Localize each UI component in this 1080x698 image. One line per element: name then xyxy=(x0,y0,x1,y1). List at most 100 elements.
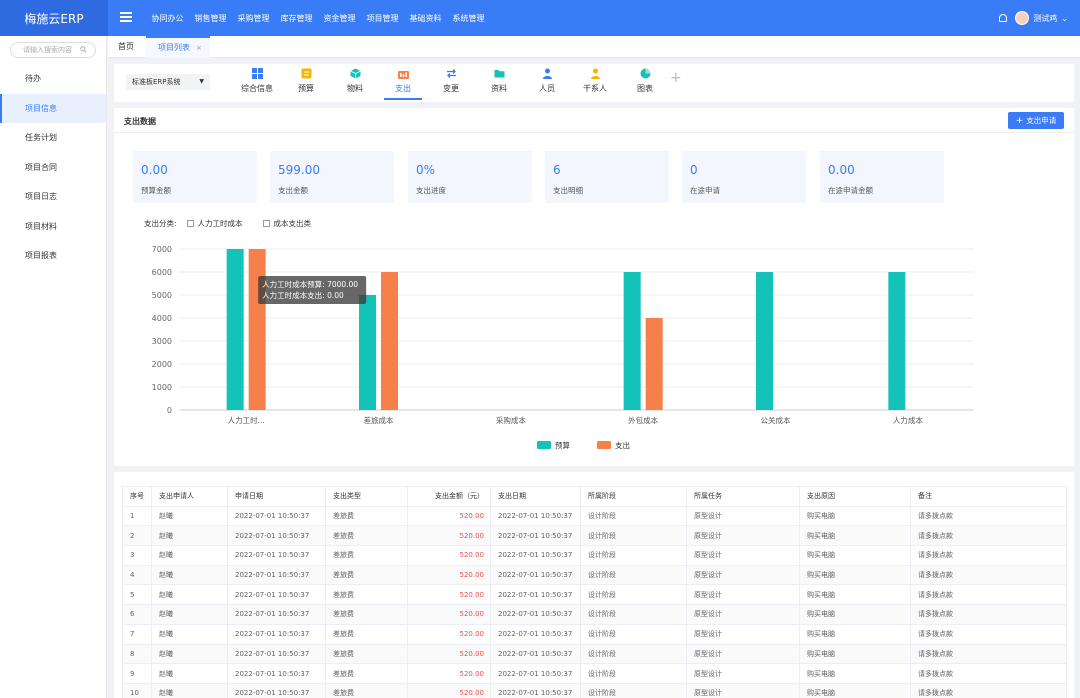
bar-budget[interactable] xyxy=(756,272,773,410)
sidebar-item-project-log[interactable]: 项目日志 xyxy=(0,182,106,212)
table-row[interactable]: 4 赵曦 2022-07-01 10:50:37 差旅费 520.00 2022-07-0… xyxy=(122,564,1067,586)
y-tick-label: 0 xyxy=(167,406,172,415)
sidebar-search-input[interactable]: 请输入搜索内容 xyxy=(10,42,96,58)
topnav-item-system[interactable]: 系统管理 xyxy=(453,13,485,24)
cell-expense-date: 2022-07-01 10:50:37 xyxy=(490,505,581,527)
table-row[interactable]: 6 赵曦 2022-07-01 10:50:37 差旅费 520.00 2022-07-0… xyxy=(122,604,1067,625)
bar-budget[interactable] xyxy=(888,272,906,410)
folder-icon xyxy=(494,68,505,79)
bar-expense[interactable] xyxy=(248,249,266,410)
module-tab-overview[interactable]: 综合信息 xyxy=(238,68,276,100)
app-logo[interactable]: 梅施云ERP xyxy=(0,0,108,36)
cell-amount: 520.00 xyxy=(407,623,491,645)
sidebar-item-project-report[interactable]: 项目报表 xyxy=(0,241,106,271)
checkbox-cost-expense[interactable]: 成本支出类 xyxy=(262,218,311,229)
col-header-type: 支出类型 xyxy=(325,486,408,507)
cell-applicant: 赵曦 xyxy=(151,663,228,684)
table-row[interactable]: 8 赵曦 2022-07-01 10:50:37 差旅费 520.00 2022-07-0… xyxy=(122,643,1067,665)
cell-amount: 520.00 xyxy=(407,663,491,684)
checkbox-box[interactable] xyxy=(262,220,270,227)
close-icon[interactable]: × xyxy=(196,44,202,52)
bar-expense[interactable] xyxy=(645,318,663,410)
avatar[interactable] xyxy=(1015,11,1030,25)
topnav-item-project[interactable]: 项目管理 xyxy=(367,13,399,24)
cell-applicant: 赵曦 xyxy=(151,525,228,547)
cell-stage: 设计阶段 xyxy=(580,663,687,684)
system-select[interactable]: 标准板ERP系统 ▼ xyxy=(126,74,210,90)
sidebar-item-project-info[interactable]: 项目信息 xyxy=(0,93,106,123)
stat-card-details: 6 支出明细 xyxy=(545,151,669,203)
checkbox-box[interactable] xyxy=(186,220,194,227)
cell-task: 原型设计 xyxy=(686,643,800,665)
category-filter: 支出分类: 人力工时成本 成本支出类 xyxy=(144,218,311,229)
table-row[interactable]: 5 赵曦 2022-07-01 10:50:37 差旅费 520.00 2022-07-0… xyxy=(122,584,1067,606)
cell-index: 8 xyxy=(122,643,152,665)
module-tab-chart[interactable]: 图表 xyxy=(626,68,664,100)
topnav-item-inventory[interactable]: 库存管理 xyxy=(281,13,313,24)
module-tab-staff[interactable]: 人员 xyxy=(528,68,566,100)
module-tab-material[interactable]: 物料 xyxy=(336,68,374,100)
module-tab-docs[interactable]: 资料 xyxy=(480,68,518,100)
cell-stage: 设计阶段 xyxy=(580,564,687,586)
sidebar-item-project-material[interactable]: 项目材料 xyxy=(0,212,106,242)
cell-reason: 购买电脑 xyxy=(799,505,911,527)
sidebar-item-todo[interactable]: 待办 xyxy=(0,64,106,94)
cell-remark: 请多拨点款 xyxy=(910,682,1067,698)
cell-task: 原型设计 xyxy=(686,525,800,547)
cell-remark: 请多拨点款 xyxy=(910,525,1067,547)
cell-expense-date: 2022-07-01 10:50:37 xyxy=(490,604,581,625)
sidebar-item-task-plan[interactable]: 任务计划 xyxy=(0,123,106,153)
apply-expense-button[interactable]: + 支出申请 xyxy=(1008,112,1064,129)
table-row[interactable]: 7 赵曦 2022-07-01 10:50:37 差旅费 520.00 2022-07-0… xyxy=(122,623,1067,645)
module-tab-label: 图表 xyxy=(637,84,653,93)
sidebar-item-project-contract[interactable]: 项目合同 xyxy=(0,153,106,183)
topnav-item-sales[interactable]: 销售管理 xyxy=(195,13,227,24)
x-tick-label: 人力成本 xyxy=(893,415,923,425)
add-tab-icon[interactable]: + xyxy=(670,70,682,86)
user-name[interactable]: 测试鸡 xyxy=(1033,13,1057,24)
table-row[interactable]: 1 赵曦 2022-07-01 10:50:37 差旅费 520.00 2022-07-0… xyxy=(122,505,1067,527)
cell-reason: 购买电脑 xyxy=(799,525,911,547)
checkbox-labor-cost[interactable]: 人力工时成本 xyxy=(186,218,243,229)
topnav-item-funds[interactable]: 资金管理 xyxy=(324,13,356,24)
module-tab-budget[interactable]: 预算 xyxy=(287,68,325,100)
bar-budget[interactable] xyxy=(359,295,376,410)
cell-expense-date: 2022-07-01 10:50:37 xyxy=(490,525,581,547)
table-row[interactable]: 3 赵曦 2022-07-01 10:50:37 差旅费 520.00 2022-07-0… xyxy=(122,545,1067,566)
cell-stage: 设计阶段 xyxy=(580,545,687,566)
cell-applicant: 赵曦 xyxy=(151,623,228,645)
topnav-item-collab[interactable]: 协同办公 xyxy=(152,13,184,24)
tab-project-list[interactable]: 项目列表 × xyxy=(146,36,210,58)
topnav-item-purchase[interactable]: 采购管理 xyxy=(238,13,270,24)
cell-task: 原型设计 xyxy=(686,584,800,606)
y-tick-label: 4000 xyxy=(152,314,172,323)
cell-amount: 520.00 xyxy=(407,525,491,547)
module-tab-expense[interactable]: 支出 xyxy=(384,68,422,100)
module-tab-stakeholders[interactable]: 干系人 xyxy=(576,68,614,100)
cell-type: 差旅费 xyxy=(325,682,408,698)
cell-stage: 设计阶段 xyxy=(580,682,687,698)
cell-index: 4 xyxy=(122,564,152,586)
stat-label: 支出明细 xyxy=(553,186,583,195)
module-tab-change[interactable]: 变更 xyxy=(432,68,470,100)
table-row[interactable]: 2 赵曦 2022-07-01 10:50:37 差旅费 520.00 2022-07-0… xyxy=(122,525,1067,547)
table-row[interactable]: 9 赵曦 2022-07-01 10:50:37 差旅费 520.00 2022-07-0… xyxy=(122,663,1067,684)
bar-budget[interactable] xyxy=(226,249,244,410)
table-row[interactable]: 10 赵曦 2022-07-01 10:50:37 差旅费 520.00 2022-07-… xyxy=(122,682,1067,698)
tab-home[interactable]: 首页 xyxy=(118,36,134,58)
cell-stage: 设计阶段 xyxy=(580,584,687,606)
search-icon[interactable] xyxy=(80,45,87,55)
topnav-item-basedata[interactable]: 基础资料 xyxy=(410,13,442,24)
bar-expense[interactable] xyxy=(381,272,398,410)
bell-icon[interactable] xyxy=(999,14,1008,22)
user-area[interactable]: 测试鸡 ⌄ xyxy=(999,0,1068,36)
chevron-down-icon[interactable]: ⌄ xyxy=(1061,14,1068,23)
cell-apply-date: 2022-07-01 10:50:37 xyxy=(227,604,326,625)
bar-budget[interactable] xyxy=(623,272,641,410)
cell-applicant: 赵曦 xyxy=(151,682,228,698)
menu-toggle-icon[interactable] xyxy=(120,12,132,22)
divider xyxy=(114,132,1074,133)
cell-index: 2 xyxy=(122,525,152,547)
x-tick-label: 人力工时... xyxy=(228,415,265,425)
module-tab-label: 人员 xyxy=(539,84,555,93)
